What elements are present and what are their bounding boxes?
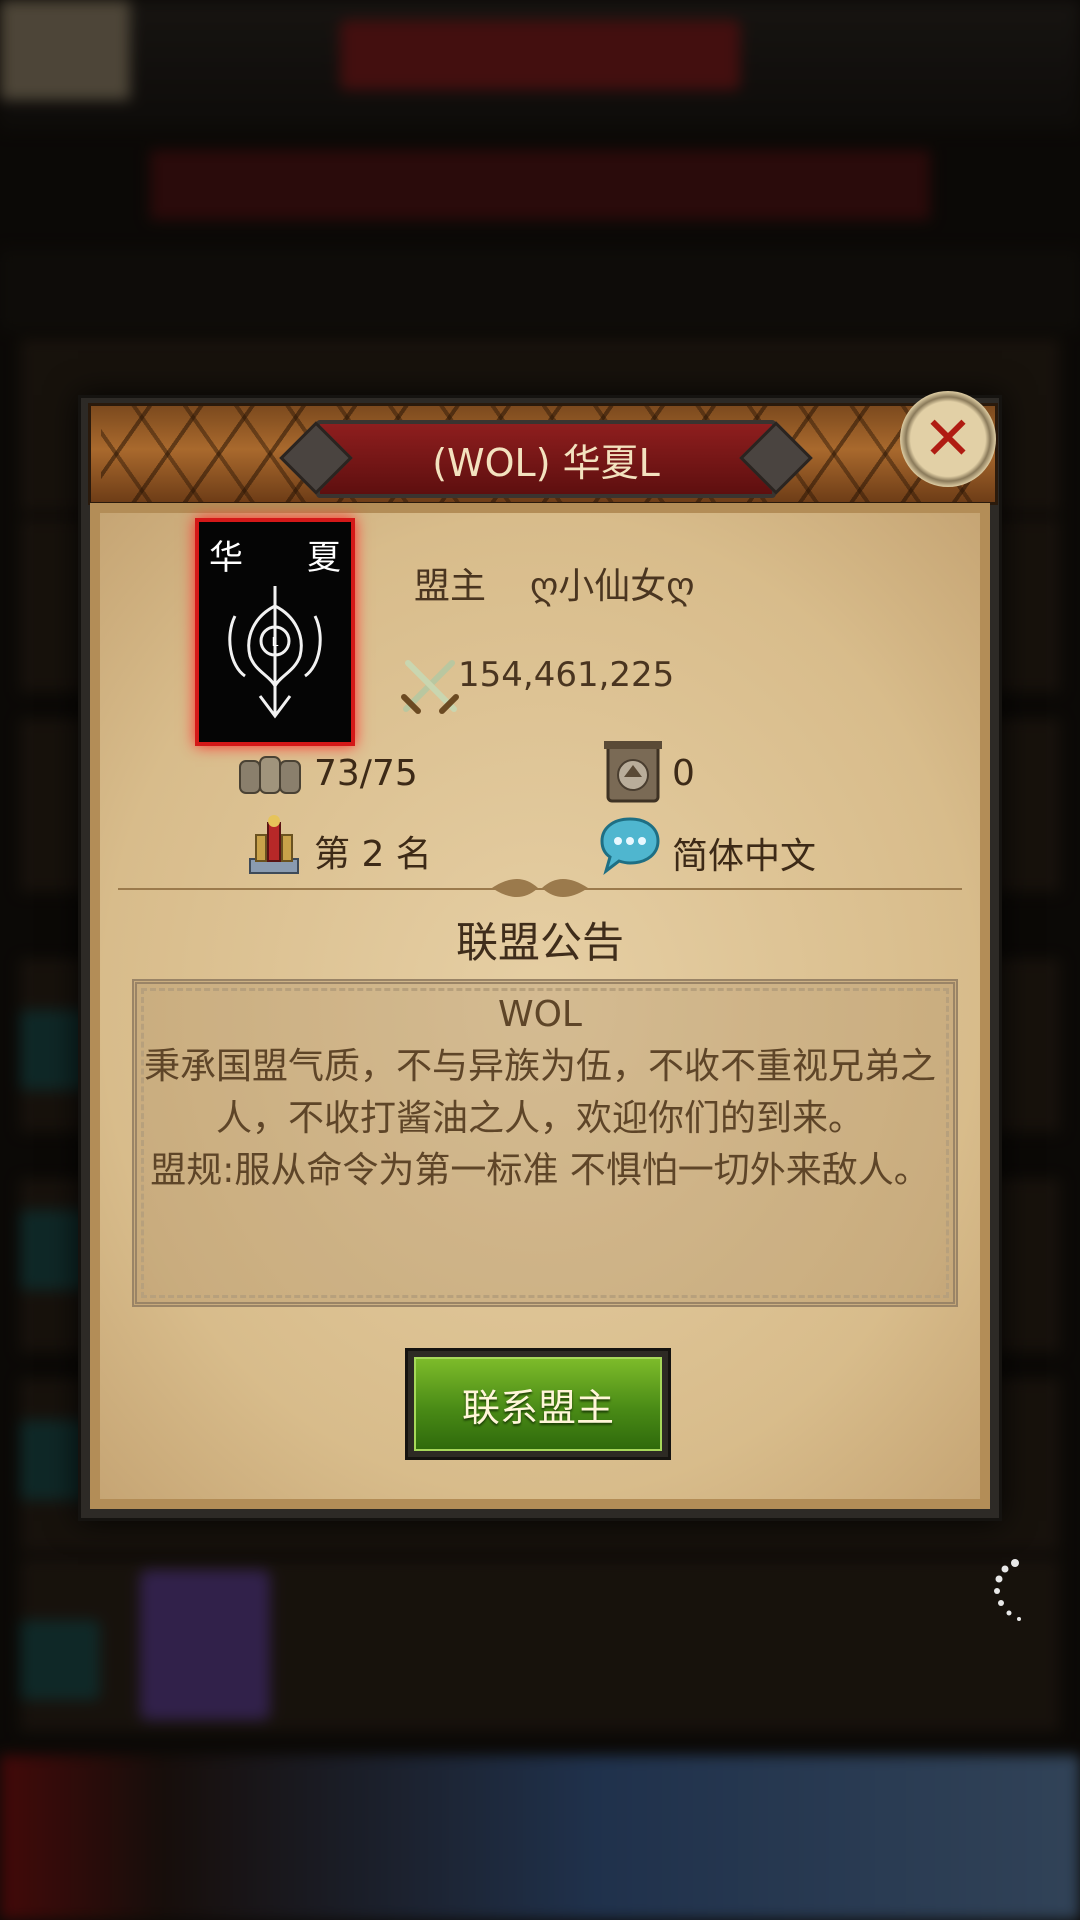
close-button[interactable]: ✕ xyxy=(900,391,996,487)
divider-ornament-icon xyxy=(492,879,588,897)
notice-text: WOL 秉承国盟气质，不与异族为伍，不收不重视兄弟之人，不收打酱油之人，欢迎你们… xyxy=(143,994,936,1191)
flag-char-right: 夏 xyxy=(307,538,341,578)
alliance-info-dialog: (WOL) 华夏L ✕ 华 夏 L 盟主 ღ小仙女ღ 154,461,225 7… xyxy=(78,391,1002,1521)
notice-title: 联盟公告 xyxy=(455,918,624,967)
loading-spinner-icon xyxy=(994,1559,1021,1621)
fortress-icon xyxy=(604,741,662,803)
member-count: 73/75 xyxy=(314,753,418,794)
contact-leader-button[interactable]: 联系盟主 xyxy=(405,1348,671,1460)
contact-leader-label: 联系盟主 xyxy=(461,1385,614,1430)
flag-char-left: 华 xyxy=(209,538,243,578)
close-icon: ✕ xyxy=(922,404,974,474)
dragon-emblem-icon: L xyxy=(228,586,322,719)
dialog-header: (WOL) 华夏L xyxy=(88,403,998,505)
fortress-count: 0 xyxy=(672,753,695,794)
title-plate: (WOL) 华夏L xyxy=(316,420,776,498)
alliance-language: 简体中文 xyxy=(672,836,817,877)
chat-bubble-icon xyxy=(600,817,660,875)
crossed-swords-icon xyxy=(401,660,459,714)
svg-text:L: L xyxy=(272,635,279,649)
trophy-icon xyxy=(249,815,299,874)
dialog-title: (WOL) 华夏L xyxy=(432,440,660,485)
leader-name: ღ小仙女ღ xyxy=(530,566,695,607)
members-icon xyxy=(239,756,301,794)
leader-label: 盟主 xyxy=(414,566,487,607)
alliance-power: 154,461,225 xyxy=(458,655,675,695)
alliance-flag: 华 夏 L xyxy=(195,518,355,746)
alliance-rank: 第 2 名 xyxy=(314,834,432,875)
